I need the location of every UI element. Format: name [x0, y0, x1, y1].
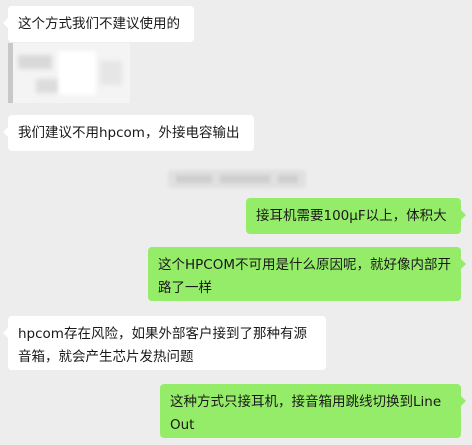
message-bubble-incoming[interactable]: hpcom存在风险，如果外部客户接到了那种有源音箱，就会产生芯片发热问题 [3, 316, 326, 370]
message-bubble-outgoing[interactable]: 这种方式只接耳机，接音箱用跳线切换到Line Out [160, 384, 466, 438]
message-bubble-outgoing[interactable]: 接耳机需要100μF以上，体积大 [246, 198, 466, 234]
message-bubble-incoming[interactable]: 我们建议不用hpcom，外接电容输出 [3, 115, 254, 151]
message-bubble-incoming[interactable]: 这个方式我们不建议使用的 [3, 6, 194, 42]
image-edge [8, 43, 13, 103]
blur-block [176, 175, 212, 183]
message-bubble-outgoing[interactable]: 这个HPCOM不可用是什么原因呢，就好像内部开路了一样 [148, 247, 466, 301]
blurred-system-notice [168, 170, 306, 188]
blur-block [18, 55, 52, 69]
blur-block [58, 51, 96, 95]
blurred-image-message[interactable] [8, 43, 130, 103]
blur-block [278, 175, 298, 183]
blur-block [220, 175, 270, 183]
blur-block [100, 61, 122, 85]
